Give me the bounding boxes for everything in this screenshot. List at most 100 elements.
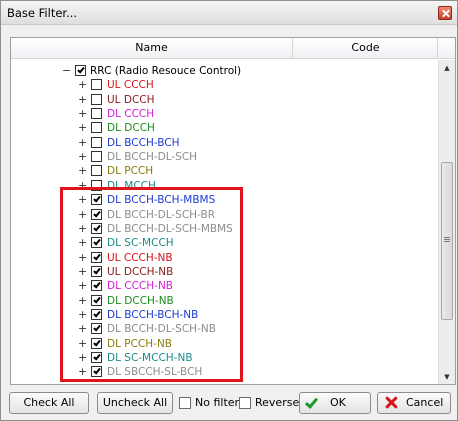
- expand-icon[interactable]: +: [78, 107, 87, 121]
- tree-item-label: DL BCCH-DL-SCH: [107, 151, 198, 164]
- tree-item-label: UL DCCH: [107, 93, 155, 106]
- expand-icon[interactable]: +: [78, 322, 87, 336]
- button-bar: Check All Uncheck All No filter Reverse …: [1, 385, 457, 421]
- expand-icon[interactable]: +: [78, 337, 87, 351]
- tree-checkbox[interactable]: [91, 294, 102, 306]
- tree-checkbox[interactable]: [75, 65, 86, 76]
- no-filter-checkbox[interactable]: No filter: [179, 396, 239, 410]
- tree-item-row[interactable]: + DL BCCH-DL-SCH: [11, 150, 439, 164]
- expand-icon[interactable]: +: [78, 251, 87, 265]
- tree-root-row[interactable]: − RRC (Radio Resouce Control): [11, 64, 439, 78]
- tree-item-row[interactable]: + DL BCCH-DL-SCH-NB: [11, 322, 439, 336]
- tree-item-label: DL SBCCH-SL-BCH: [107, 366, 203, 379]
- tree-checkbox[interactable]: [91, 122, 102, 134]
- expand-icon[interactable]: +: [78, 164, 87, 178]
- check-icon: [92, 352, 101, 361]
- tree-item-row[interactable]: + DL BCCH-BCH-NB: [11, 308, 439, 322]
- tree-checkbox[interactable]: [91, 208, 102, 220]
- expand-icon[interactable]: +: [78, 93, 87, 107]
- expand-icon[interactable]: +: [78, 365, 87, 379]
- tree-checkbox[interactable]: [91, 280, 102, 292]
- scroll-up-icon[interactable]: ▲: [439, 60, 455, 76]
- no-filter-box[interactable]: [179, 397, 191, 409]
- scroll-thumb[interactable]: [441, 162, 453, 320]
- tree-checkbox[interactable]: [91, 151, 102, 163]
- tree-item-row[interactable]: + DL SC-MCCH-NB: [11, 351, 439, 365]
- tree-checkbox[interactable]: [91, 366, 102, 378]
- collapse-icon[interactable]: −: [62, 64, 71, 78]
- uncheck-all-button[interactable]: Uncheck All: [97, 392, 173, 414]
- expand-icon[interactable]: +: [78, 308, 87, 322]
- close-icon[interactable]: [438, 6, 452, 20]
- reverse-checkbox[interactable]: Reverse: [239, 396, 299, 410]
- reverse-label: Reverse: [255, 396, 300, 409]
- expand-icon[interactable]: +: [78, 193, 87, 207]
- expand-icon[interactable]: +: [78, 265, 87, 279]
- tree-item-label: DL BCCH-BCH-MBMS: [107, 194, 216, 207]
- tree-item-row[interactable]: + UL DCCH-NB: [11, 265, 439, 279]
- tree-item-label: DL BCCH-DL-SCH-BR: [107, 208, 215, 221]
- expand-icon[interactable]: +: [78, 294, 87, 308]
- tree-checkbox[interactable]: [91, 237, 102, 249]
- tree-item-row[interactable]: + DL PCCH: [11, 164, 439, 178]
- tree-checkbox[interactable]: [91, 251, 102, 263]
- ok-button[interactable]: OK: [299, 392, 371, 414]
- x-icon: [385, 396, 398, 409]
- tree-item-label: DL MCCH: [107, 179, 156, 192]
- tree-item-row[interactable]: + DL SBCCH-SL-BCH: [11, 365, 439, 379]
- tree-item-row[interactable]: + DL PCCH-NB: [11, 337, 439, 351]
- tree-checkbox[interactable]: [91, 337, 102, 349]
- tree-item-row[interactable]: + DL SC-MCCH: [11, 236, 439, 250]
- tree-item-row[interactable]: + DL BCCH-DL-SCH-MBMS: [11, 222, 439, 236]
- expand-icon[interactable]: +: [78, 150, 87, 164]
- tree-checkbox[interactable]: [91, 323, 102, 335]
- tree-item-label: RRC (Radio Resouce Control): [90, 65, 242, 77]
- tree-checkbox[interactable]: [91, 165, 102, 177]
- tree-item-row[interactable]: + DL MCCH: [11, 179, 439, 193]
- expand-icon[interactable]: +: [78, 208, 87, 222]
- tree-checkbox[interactable]: [91, 222, 102, 234]
- expand-icon[interactable]: +: [78, 179, 87, 193]
- tree-item-row[interactable]: + DL BCCH-BCH-MBMS: [11, 193, 439, 207]
- tree-item-row[interactable]: + DL DCCH-NB: [11, 294, 439, 308]
- tree-item-row[interactable]: + UL DCCH: [11, 93, 439, 107]
- tree-item-row[interactable]: + DL BCCH-BCH: [11, 136, 439, 150]
- tree-checkbox[interactable]: [91, 93, 102, 105]
- tree-item-label: UL DCCH-NB: [107, 265, 174, 278]
- tree-item-label: UL CCCH-NB: [107, 251, 173, 264]
- tree-checkbox[interactable]: [91, 79, 102, 91]
- expand-icon[interactable]: +: [78, 222, 87, 236]
- scroll-down-icon[interactable]: ▼: [439, 369, 455, 384]
- tree-item-row[interactable]: + UL CCCH-NB: [11, 251, 439, 265]
- tree-item-row[interactable]: + DL DCCH: [11, 121, 439, 135]
- vertical-scrollbar[interactable]: ▲ ▼: [438, 60, 455, 384]
- tree-item-label: DL PCCH-NB: [107, 337, 173, 350]
- tree-checkbox[interactable]: [91, 352, 102, 363]
- expand-icon[interactable]: +: [78, 236, 87, 250]
- tree-item-row[interactable]: + UL CCCH: [11, 78, 439, 92]
- expand-icon[interactable]: +: [78, 78, 87, 92]
- expand-icon[interactable]: +: [78, 136, 87, 150]
- tree-checkbox[interactable]: [91, 179, 102, 191]
- tree-item-label: DL BCCH-BCH: [107, 136, 180, 149]
- checkmark-icon: [304, 395, 319, 409]
- tree-checkbox[interactable]: [91, 194, 102, 206]
- tree-checkbox[interactable]: [91, 136, 102, 148]
- tree-checkbox[interactable]: [91, 108, 102, 120]
- check-all-button[interactable]: Check All: [9, 392, 89, 414]
- expand-icon[interactable]: +: [78, 351, 87, 365]
- column-name[interactable]: Name: [11, 38, 293, 59]
- tree-checkbox[interactable]: [91, 265, 102, 277]
- expand-icon[interactable]: +: [78, 121, 87, 135]
- tree-item-row[interactable]: + DL CCCH: [11, 107, 439, 121]
- column-code[interactable]: Code: [294, 38, 438, 59]
- expand-icon[interactable]: +: [78, 279, 87, 293]
- tree-checkbox[interactable]: [91, 308, 102, 320]
- reverse-box[interactable]: [239, 397, 251, 409]
- tree-item-label: DL CCCH: [107, 108, 155, 121]
- check-icon: [92, 338, 101, 347]
- tree-item-row[interactable]: + DL CCCH-NB: [11, 279, 439, 293]
- cancel-button[interactable]: Cancel: [377, 392, 451, 414]
- check-icon: [92, 194, 101, 203]
- tree-item-row[interactable]: + DL BCCH-DL-SCH-BR: [11, 208, 439, 222]
